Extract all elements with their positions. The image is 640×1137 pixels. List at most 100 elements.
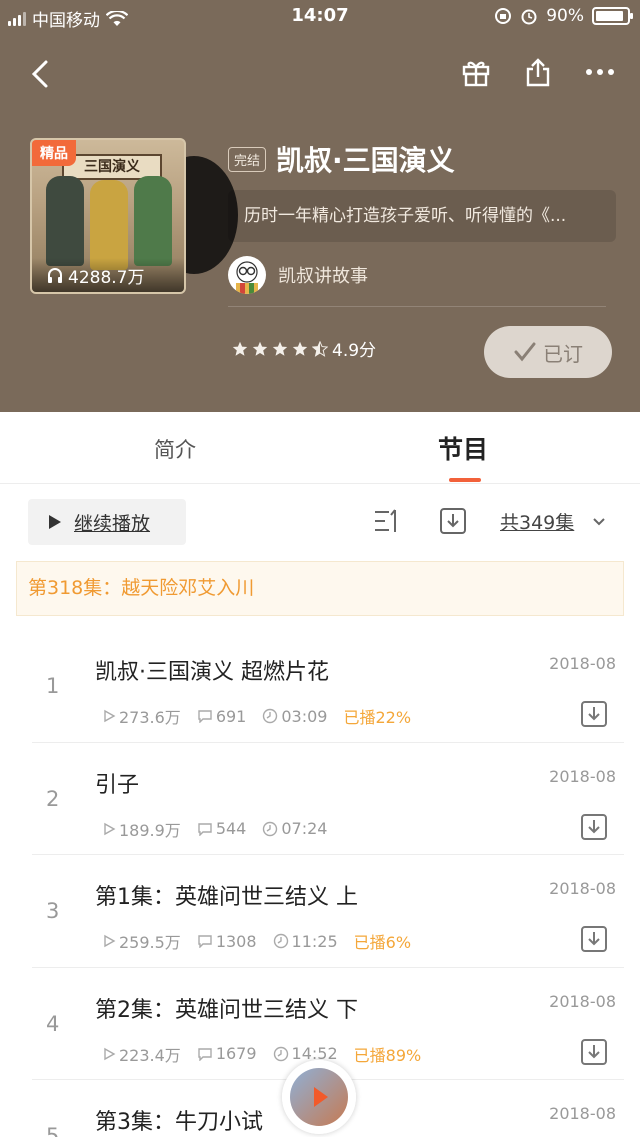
download-icon[interactable]: [580, 925, 608, 953]
star-icon: [252, 341, 268, 356]
episode-plays: 189.9万: [119, 820, 181, 840]
episode-date: 2018-08: [549, 766, 616, 786]
share-icon: [526, 58, 550, 87]
now-playing-disc: [290, 1068, 348, 1126]
author-link[interactable]: 凯叔讲故事: [228, 254, 618, 296]
album-cover[interactable]: 三国演义 精品 4288.7万: [30, 138, 238, 294]
last-played-banner[interactable]: 第318集：越天险邓艾入川: [16, 561, 624, 616]
episode-comments: 1308: [215, 931, 257, 951]
episode-plays: 259.5万: [119, 933, 181, 952]
episode-item[interactable]: 2 引子 2018-08 189.9万 544 07:24: [32, 743, 624, 855]
share-button[interactable]: [520, 54, 556, 90]
status-tag: 完结: [228, 146, 267, 172]
battery-percent: 90%: [546, 6, 584, 26]
chevron-down-icon: [593, 517, 605, 525]
download-icon[interactable]: [580, 813, 608, 841]
episode-progress: 已播6%: [353, 933, 412, 952]
episode-number: 1: [46, 674, 60, 698]
play-count-icon: [104, 709, 116, 723]
episode-date: 2018-08: [549, 1104, 616, 1123]
episode-comments: 544: [215, 819, 247, 838]
clock-icon: [263, 708, 278, 724]
check-icon: [514, 342, 536, 362]
battery-icon: [592, 7, 633, 25]
chevron-left-icon: [31, 60, 48, 88]
headphones-icon: [48, 268, 62, 283]
batch-download-icon[interactable]: [438, 506, 468, 536]
star-icon: [272, 341, 288, 356]
play-icon: [49, 515, 61, 529]
author-avatar: [228, 256, 266, 294]
subscribe-button[interactable]: 已订: [484, 326, 612, 378]
back-button[interactable]: [22, 54, 58, 94]
cover-play-count: 4288.7万: [32, 258, 184, 292]
cover-figure: [46, 176, 84, 266]
episode-progress: 已播22%: [343, 708, 412, 727]
episode-duration: 03:09: [281, 706, 328, 726]
episode-number: 4: [46, 1011, 60, 1036]
author-name: 凯叔讲故事: [278, 266, 368, 287]
gift-icon: [462, 61, 490, 87]
divider: [228, 306, 606, 307]
episode-count: 共349集: [500, 512, 575, 534]
album-header: 中国移动 14:07 90% 三国演义 精品 4288.7万 完结 凯叔·三国演…: [0, 0, 640, 412]
tab-programs[interactable]: 节目: [438, 430, 488, 466]
tab-bar: 简介 节目: [0, 412, 640, 484]
episode-title: 凯叔·三国演义 超燃片花: [95, 660, 329, 685]
mini-player-button[interactable]: [282, 1060, 356, 1134]
episode-title: 第2集：英雄问世三结义 下: [95, 997, 358, 1023]
gift-button[interactable]: [458, 54, 494, 90]
clock-icon: [263, 821, 278, 836]
episode-plays: 223.4万: [119, 1045, 181, 1065]
alarm-icon: [521, 9, 537, 25]
comment-icon: [198, 710, 212, 723]
album-title: 凯叔·三国演义: [276, 144, 455, 177]
status-bar: 中国移动 14:07 90%: [0, 0, 640, 34]
episode-count-selector[interactable]: 共349集: [500, 508, 606, 535]
more-icon: [586, 69, 614, 75]
play-count-icon: [104, 1047, 116, 1060]
episode-title: 第1集：英雄问世三结义 上: [95, 885, 358, 910]
download-icon[interactable]: [580, 700, 608, 728]
clock-icon: [273, 933, 288, 949]
sort-icon[interactable]: [372, 506, 402, 536]
comment-icon: [198, 1047, 212, 1061]
episode-comments: 1679: [215, 1044, 257, 1063]
episode-comments: 691: [215, 706, 247, 726]
half-star-icon: [312, 340, 328, 357]
tab-indicator: [449, 478, 481, 482]
continue-play-button[interactable]: 继续播放: [28, 499, 186, 545]
comment-icon: [198, 822, 212, 836]
clock-icon: [273, 1046, 288, 1061]
comment-icon: [198, 935, 212, 948]
episode-title: 引子: [95, 772, 140, 798]
album-info: 完结 凯叔·三国演义 历时一年精心打造孩子爱听、听得懂的《... 凯叔讲故事: [228, 138, 618, 307]
continue-play-label: 继续播放: [74, 512, 151, 535]
episode-title: 第3集：牛刀小试: [95, 1110, 263, 1135]
episode-toolbar: 继续播放 共349集: [0, 496, 640, 548]
star-icon: [232, 341, 248, 356]
cover-image: 三国演义 精品 4288.7万: [30, 138, 186, 294]
episode-item[interactable]: 1 凯叔·三国演义 超燃片花 2018-08 273.6万 691 03:09 …: [32, 630, 624, 743]
download-icon[interactable]: [580, 1038, 608, 1066]
episode-date: 2018-08: [549, 879, 616, 898]
more-button[interactable]: [582, 54, 618, 90]
episode-date: 2018-08: [549, 991, 616, 1011]
rating-score: 4.9分: [332, 341, 377, 361]
episode-plays: 273.6万: [119, 708, 181, 727]
subscribe-label: 已订: [543, 341, 583, 366]
album-description[interactable]: 历时一年精心打造孩子爱听、听得懂的《...: [228, 190, 616, 242]
premium-badge: 精品: [32, 140, 76, 166]
tab-intro[interactable]: 简介: [154, 434, 196, 464]
episode-progress: 已播89%: [353, 1045, 422, 1065]
episode-item[interactable]: 3 第1集：英雄问世三结义 上 2018-08 259.5万 1308 11:2…: [32, 855, 624, 968]
episode-duration: 11:25: [291, 931, 338, 951]
play-count-icon: [104, 822, 116, 835]
episode-number: 5: [46, 1124, 60, 1137]
play-count-icon: [104, 934, 116, 948]
cover-figure: [90, 180, 128, 270]
rating: 4.9分: [232, 336, 376, 361]
episode-date: 2018-08: [549, 654, 616, 673]
episode-number: 2: [46, 786, 60, 811]
star-icon: [292, 341, 308, 356]
